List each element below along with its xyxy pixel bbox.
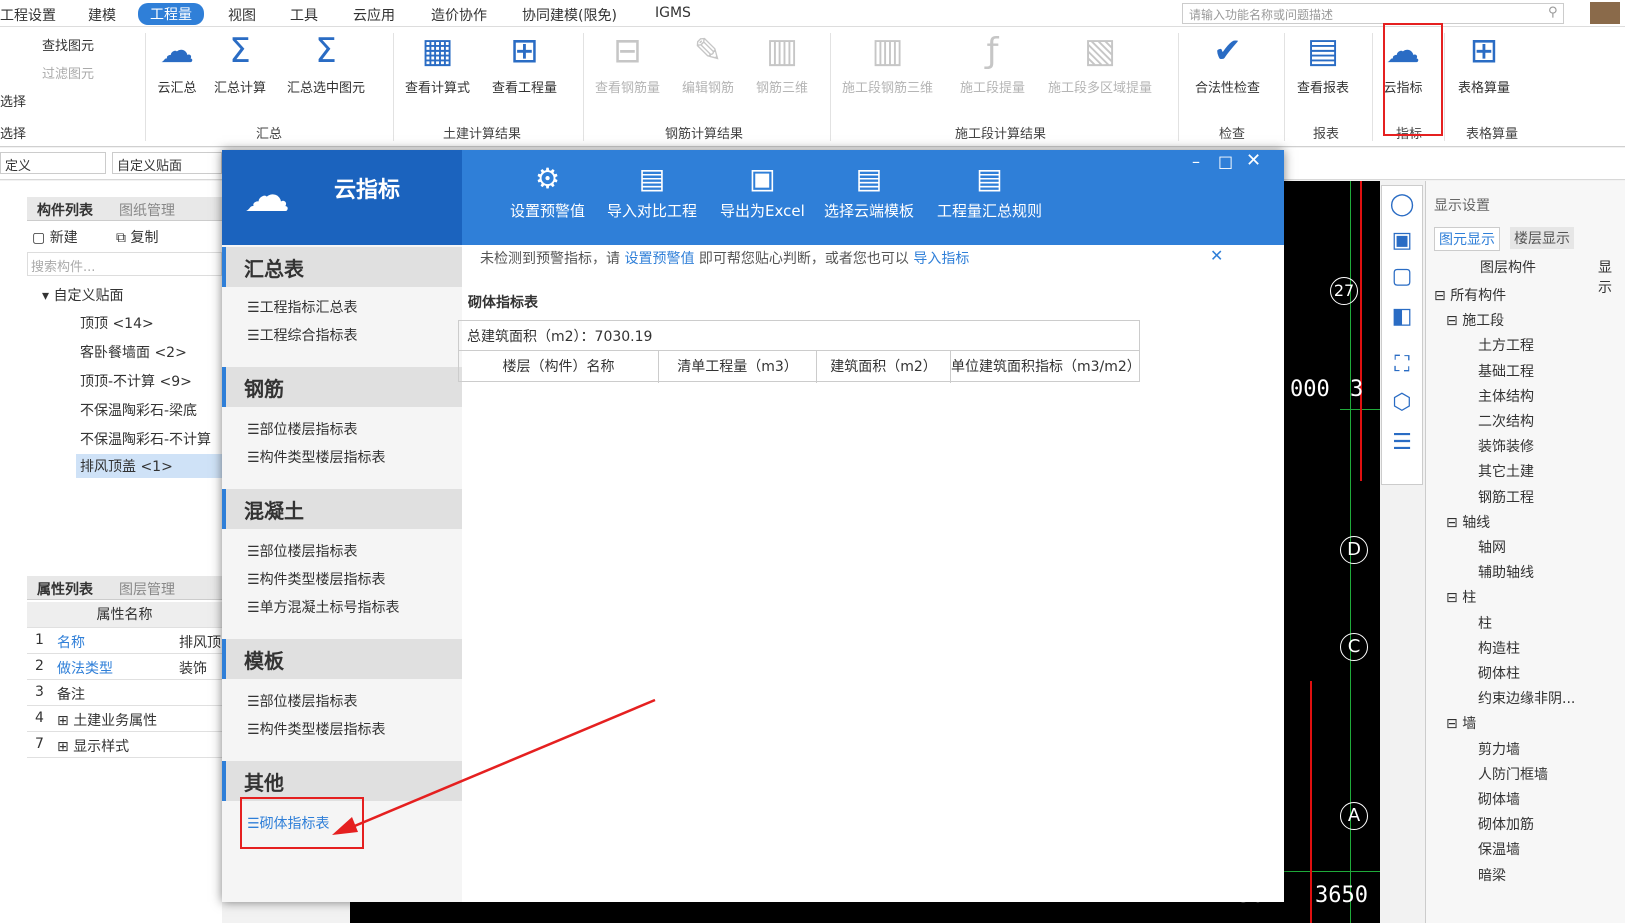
- annotation-arrow: [332, 698, 656, 835]
- arrow-line: [344, 698, 656, 832]
- arrow-head: [332, 817, 358, 835]
